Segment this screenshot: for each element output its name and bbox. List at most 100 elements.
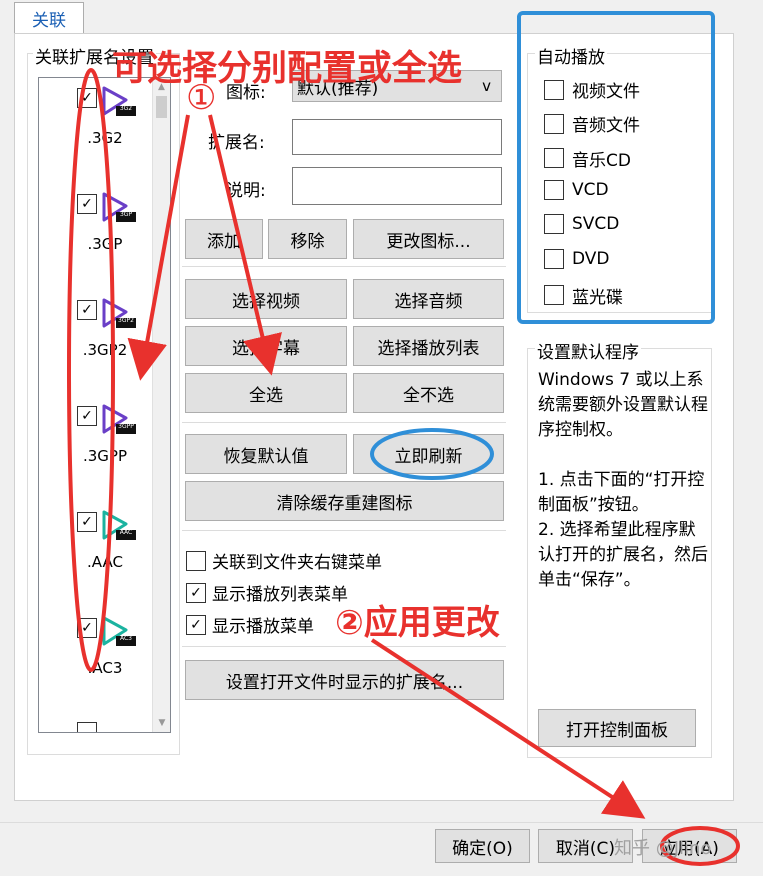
tab-association[interactable]: 关联 [14, 2, 84, 34]
option-checkbox[interactable]: ✓ [186, 582, 206, 603]
chevron-down-icon: v [482, 77, 491, 95]
extension-name: .AC3 [87, 659, 123, 677]
extension-badge: AC3 [119, 635, 132, 642]
clear-cache-button[interactable]: 清除缓存重建图标 [185, 481, 504, 521]
separator [182, 422, 506, 423]
autoplay-checkbox[interactable] [544, 79, 564, 100]
option-checkbox-row[interactable]: ✓ 显示播放菜单 [186, 612, 314, 637]
extension-checkbox[interactable] [77, 722, 97, 732]
extension-badge: 3G2 [119, 105, 133, 112]
option-checkbox-row[interactable]: 关联到文件夹右键菜单 [186, 548, 382, 573]
scroll-down-icon[interactable]: ▼ [153, 718, 171, 728]
separator [182, 266, 506, 267]
option-checkbox[interactable] [186, 550, 206, 571]
extension-badge: 3GP2 [118, 317, 134, 324]
autoplay-checkbox-row[interactable]: DVD [544, 248, 610, 269]
list-item[interactable]: ✓ AC3 .AC3 [39, 616, 151, 706]
purple-play-icon: 3GP2 [100, 298, 136, 330]
select-video-button[interactable]: 选择视频 [185, 279, 347, 319]
extension-name: .3G2 [87, 129, 123, 147]
extension-badge: AAC [119, 529, 133, 536]
autoplay-label: 音乐CD [572, 150, 631, 171]
list-item[interactable]: ✓ 3GP .3GP [39, 192, 151, 282]
ext-input[interactable] [292, 119, 502, 155]
select-all-button[interactable]: 全选 [185, 373, 347, 413]
autoplay-label: VCD [572, 179, 609, 200]
default-program-text2: 1. 点击下面的“打开控制面板”按钮。 [538, 470, 705, 515]
extension-name: .3GPP [82, 447, 128, 465]
extension-badge: 3GPP [118, 423, 134, 430]
autoplay-checkbox-row[interactable]: 音频文件 [544, 111, 640, 136]
desc-label: 说明: [226, 181, 266, 201]
autoplay-checkbox[interactable] [544, 113, 564, 134]
autoplay-label: 蓝光碟 [572, 287, 623, 308]
autoplay-label: 音频文件 [572, 116, 640, 137]
change-icon-button[interactable]: 更改图标... [353, 219, 504, 259]
autoplay-checkbox[interactable] [544, 248, 564, 269]
open-control-panel-button[interactable]: 打开控制面板 [538, 709, 696, 747]
extension-checkbox[interactable]: ✓ [77, 618, 97, 638]
select-audio-button[interactable]: 选择音频 [353, 279, 504, 319]
option-checkbox[interactable]: ✓ [186, 614, 206, 635]
extension-name: .3GP [87, 235, 123, 253]
annotation-title: 可选择分别配置或全选 [112, 49, 463, 89]
extension-checkbox[interactable]: ✓ [77, 88, 97, 108]
option-label: 显示播放菜单 [212, 617, 314, 637]
add-button[interactable]: 添加 [185, 219, 263, 259]
autoplay-label: SVCD [572, 214, 620, 235]
autoplay-checkbox[interactable] [544, 285, 564, 306]
extension-name: .3GP2 [82, 341, 128, 359]
separator [182, 530, 506, 531]
separator [182, 646, 506, 647]
scroll-thumb[interactable] [156, 96, 167, 118]
purple-play-icon: 3GP [100, 192, 136, 224]
autoplay-checkbox-row[interactable]: 音乐CD [544, 146, 631, 171]
refresh-now-button[interactable]: 立即刷新 [353, 434, 504, 474]
autoplay-checkbox[interactable] [544, 214, 564, 235]
annotation-marker-2: ②应用更改 [335, 603, 500, 643]
select-subtitle-button[interactable]: 选择字幕 [185, 326, 347, 366]
extension-name: .AAC [87, 553, 123, 571]
set-open-ext-button[interactable]: 设置打开文件时显示的扩展名... [185, 660, 504, 700]
extension-list-scrollbar[interactable]: ▲ ▼ [152, 78, 170, 732]
teal-play-icon: AC3 [100, 616, 136, 648]
list-item[interactable]: ✓ AAC .AAC [39, 510, 151, 600]
extension-checkbox[interactable]: ✓ [77, 512, 97, 532]
option-label: 关联到文件夹右键菜单 [212, 553, 382, 573]
default-program-text1: Windows 7 或以上系统需要额外设置默认程序控制权。 [538, 370, 708, 440]
autoplay-checkbox-row[interactable]: SVCD [544, 214, 620, 235]
select-playlist-button[interactable]: 选择播放列表 [353, 326, 504, 366]
autoplay-checkbox-row[interactable]: VCD [544, 179, 609, 200]
option-label: 显示播放列表菜单 [212, 585, 348, 605]
annotation-marker-1: ① [186, 78, 217, 118]
desc-input[interactable] [292, 167, 502, 205]
default-program-text3: 2. 选择希望此程序默认打开的扩展名，然后单击“保存”。 [538, 520, 708, 590]
extension-checkbox[interactable]: ✓ [77, 406, 97, 426]
restore-defaults-button[interactable]: 恢复默认值 [185, 434, 347, 474]
list-item[interactable]: ✓ 3G2 .3G2 [39, 86, 151, 176]
remove-button[interactable]: 移除 [268, 219, 347, 259]
purple-play-icon: 3GPP [100, 404, 136, 436]
select-none-button[interactable]: 全不选 [353, 373, 504, 413]
autoplay-checkbox[interactable] [544, 179, 564, 200]
option-checkbox-row[interactable]: ✓ 显示播放列表菜单 [186, 580, 348, 605]
autoplay-checkbox-row[interactable]: 蓝光碟 [544, 283, 623, 308]
autoplay-group-legend: 自动播放 [535, 43, 607, 68]
extension-checkbox[interactable]: ✓ [77, 300, 97, 320]
autoplay-label: DVD [572, 248, 610, 269]
ok-button[interactable]: 确定(O) [435, 829, 530, 863]
watermark: 知乎 @Jlino [614, 838, 712, 859]
teal-play-icon: AAC [100, 510, 136, 542]
default-program-legend: 设置默认程序 [535, 338, 641, 363]
default-program-text: Windows 7 或以上系统需要额外设置默认程序控制权。 1. 点击下面的“打… [538, 368, 708, 593]
autoplay-checkbox-row[interactable]: 视频文件 [544, 77, 640, 102]
list-item[interactable] [77, 722, 97, 732]
list-item[interactable]: ✓ 3GP2 .3GP2 [39, 298, 151, 388]
tab-label: 关联 [32, 11, 66, 31]
autoplay-label: 视频文件 [572, 82, 640, 102]
extension-badge: 3GP [119, 211, 133, 218]
autoplay-checkbox[interactable] [544, 148, 564, 169]
extension-checkbox[interactable]: ✓ [77, 194, 97, 214]
ext-label: 扩展名: [208, 133, 265, 153]
list-item[interactable]: ✓ 3GPP .3GPP [39, 404, 151, 494]
